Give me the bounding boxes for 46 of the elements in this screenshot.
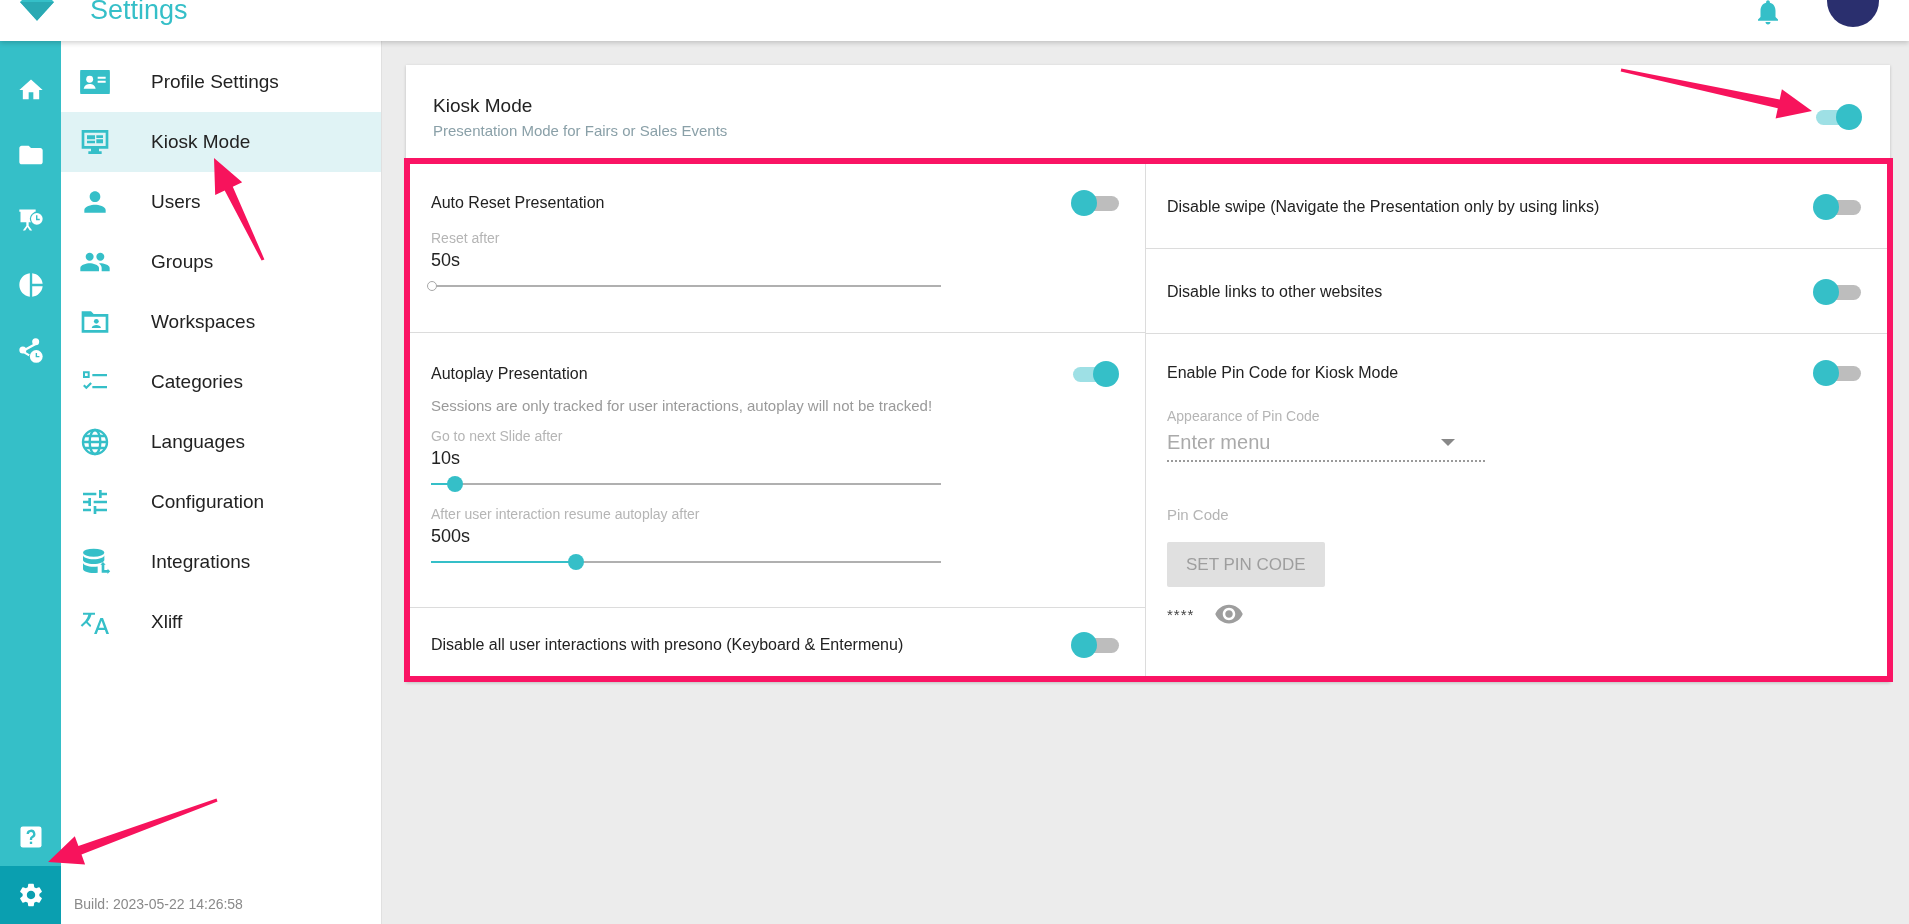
toggle-switch[interactable] — [1813, 279, 1861, 305]
sidebar-item[interactable]: Configuration — [61, 472, 381, 532]
field-value: 50s — [431, 250, 462, 271]
setting-label: Disable links to other websites — [1167, 283, 1383, 301]
card-title: Kiosk Mode — [433, 94, 534, 117]
pie-chart-icon — [16, 271, 45, 299]
field-label: After user interaction resume autoplay after — [431, 506, 701, 522]
sidebar-item[interactable]: Languages — [61, 412, 381, 472]
sidebar-item[interactable]: Users — [61, 172, 381, 232]
sidebar-item[interactable]: Kiosk Mode — [61, 112, 381, 172]
field-label: Go to next Slide after — [431, 428, 564, 444]
field-label: Appearance of Pin Code — [1167, 408, 1321, 424]
setting-label: Autoplay Presentation — [431, 365, 588, 383]
page-title: Settings — [90, 0, 188, 25]
diamond-logo-icon — [20, 0, 54, 21]
field-label: Pin Code — [1167, 506, 1230, 523]
field-label: Reset after — [431, 230, 501, 246]
field-value: 10s — [431, 448, 462, 469]
sidebar-item[interactable]: Integrations — [61, 532, 381, 592]
masked-pin: **** — [1167, 605, 1195, 623]
toggle-switch[interactable] — [1071, 632, 1119, 658]
card-subtitle: Presentation Mode for Fairs or Sales Events — [433, 121, 728, 139]
share-icon — [16, 336, 45, 364]
sidebar-item[interactable]: Workspaces — [61, 292, 381, 352]
globe-icon — [79, 426, 111, 458]
nav-rail-button[interactable] — [0, 866, 61, 924]
caret-icon — [1441, 439, 1455, 446]
toggle-switch[interactable] — [1071, 190, 1119, 216]
sidebar-item[interactable]: Groups — [61, 232, 381, 292]
setting-label: Auto Reset Presentation — [431, 194, 605, 212]
toggle-switch[interactable] — [1813, 360, 1861, 386]
setting-label: Disable swipe (Navigate the Presentation only by using links) — [1167, 198, 1600, 216]
sidebar-item[interactable]: Xliff — [61, 592, 381, 652]
toggle-switch[interactable] — [1813, 194, 1861, 220]
setting-label: Enable Pin Code for Kiosk Mode — [1167, 364, 1399, 382]
toggle-switch[interactable] — [1071, 361, 1119, 387]
slider-thumb[interactable] — [427, 281, 437, 291]
slider-thumb[interactable] — [446, 476, 463, 492]
slider-thumb[interactable] — [567, 554, 584, 570]
build-info: Build: 2023-05-22 14:26:58 — [73, 896, 244, 914]
sidebar-item[interactable]: Profile Settings — [61, 52, 381, 112]
toggle-switch[interactable] — [1814, 103, 1862, 130]
hint-text: Sessions are only tracked for user interactions, autoplay will not be tracked! — [431, 397, 934, 414]
field-value: 500s — [431, 526, 472, 547]
setting-label: Disable all user interactions with presono (Keyboard & Entermenu) — [431, 636, 904, 654]
sidebar-item[interactable]: Categories — [61, 352, 381, 412]
